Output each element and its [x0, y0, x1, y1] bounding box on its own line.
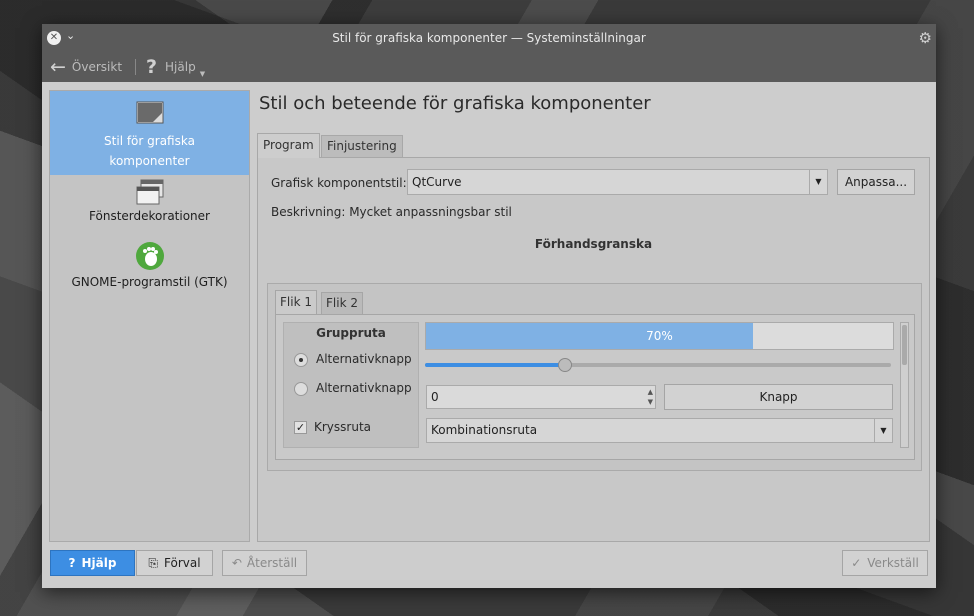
preview-groupbox: Gruppruta Alternativknapp Alternativknap…	[283, 322, 419, 448]
main-content: Stil och beteende för grafiska komponent…	[257, 90, 930, 542]
toolbar-separator	[135, 59, 136, 75]
apply-button-label: Verkställ	[867, 556, 919, 570]
reset-button-label: Återställ	[246, 556, 298, 570]
preview-title: Förhandsgranska	[534, 237, 653, 251]
page-title: Stil och beteende för grafiska komponent…	[259, 93, 651, 114]
radio-button-1-label: Alternativknapp	[316, 352, 412, 366]
chevron-down-icon: ▼	[874, 419, 892, 442]
radio-button-2[interactable]	[294, 382, 308, 396]
checkbox[interactable]: ✓	[294, 421, 307, 434]
gear-icon[interactable]: ⚙	[919, 29, 932, 47]
tab-program[interactable]: Program	[257, 133, 320, 158]
help-label: Hjälp	[165, 60, 196, 74]
slider-fill	[425, 363, 565, 367]
help-icon: ?	[146, 56, 158, 78]
preview-tab-1[interactable]: Flik 1	[275, 290, 317, 314]
preview-push-button[interactable]: Knapp	[664, 384, 893, 410]
help-menu-button[interactable]: ? Hjälp ▼	[146, 56, 205, 78]
radio-button-2-label: Alternativknapp	[316, 381, 412, 395]
sidebar-item-widget-style[interactable]: Stil för grafiska komponenter	[50, 91, 249, 175]
spin-box-value: 0	[431, 390, 439, 404]
defaults-button-label: Förval	[164, 556, 201, 570]
preview-combo-box[interactable]: Kombinationsruta ▼	[426, 418, 893, 443]
spin-arrows-icon[interactable]: ▲ ▼	[648, 387, 653, 407]
toolbar: ← Översikt ? Hjälp ▼	[42, 52, 936, 82]
window-decorations-icon	[136, 179, 163, 205]
help-icon: ?	[68, 556, 76, 570]
sidebar-item-label: GNOME-programstil (GTK)	[71, 275, 228, 289]
customize-button[interactable]: Anpassa...	[837, 169, 915, 195]
dropdown-arrow-icon: ▼	[199, 70, 206, 78]
defaults-icon: ⎘	[148, 556, 159, 570]
groupbox-title: Gruppruta	[316, 326, 386, 340]
overview-label: Översikt	[71, 60, 123, 74]
sidebar-item-gnome-gtk[interactable]: GNOME-programstil (GTK)	[50, 241, 249, 293]
tab-panel-program: Grafisk komponentstil: QtCurve ▼ Anpassa…	[257, 157, 930, 542]
checkbox-label: Kryssruta	[314, 420, 372, 434]
help-button-label: Hjälp	[81, 556, 117, 570]
preview-tab-2[interactable]: Flik 2	[321, 292, 363, 314]
window-title: Stil för grafiska komponenter — Systemin…	[332, 31, 646, 45]
sidebar: Stil för grafiska komponenter Fönsterdek…	[49, 90, 250, 542]
preview-area: Flik 1 Flik 2 Gruppruta Alternativknapp …	[267, 283, 922, 471]
gnome-foot-icon	[135, 242, 164, 270]
style-description: Beskrivning: Mycket anpassningsbar stil	[271, 205, 512, 219]
widget-style-combo[interactable]: QtCurve ▼	[407, 169, 828, 195]
widget-style-icon	[136, 101, 163, 124]
slider-handle[interactable]	[557, 358, 572, 372]
sidebar-item-label: Stil för grafiska komponenter	[104, 134, 195, 168]
preview-scrollbar[interactable]	[900, 322, 909, 448]
slider[interactable]	[425, 358, 891, 372]
overview-button[interactable]: ← Översikt	[50, 56, 122, 78]
help-button[interactable]: ? Hjälp	[50, 550, 135, 576]
title-bar: ✕ ⌄ Stil för grafiska komponenter — Syst…	[42, 24, 936, 52]
undo-icon: ↶	[231, 556, 242, 570]
radio-button-1[interactable]	[294, 353, 308, 367]
apply-button[interactable]: ✓ Verkställ	[842, 550, 928, 576]
preview-combo-value: Kombinationsruta	[431, 423, 538, 437]
reset-button[interactable]: ↶ Återställ	[222, 550, 307, 576]
defaults-button[interactable]: ⎘ Förval	[136, 550, 213, 576]
button-bar: ? Hjälp ⎘ Förval ↶ Återställ ✓ Verkställ	[42, 546, 936, 588]
spin-box[interactable]: 0 ▲ ▼	[426, 385, 656, 409]
progress-bar: 70%	[425, 322, 894, 350]
scrollbar-thumb[interactable]	[902, 325, 907, 365]
progress-text: 70%	[646, 329, 673, 343]
check-icon: ✓	[851, 556, 862, 570]
sidebar-item-window-decorations[interactable]: Fönsterdekorationer	[50, 178, 249, 236]
widget-style-label: Grafisk komponentstil:	[271, 176, 407, 190]
widget-style-combo-value: QtCurve	[412, 175, 462, 189]
settings-window: ✕ ⌄ Stil för grafiska komponenter — Syst…	[42, 24, 936, 588]
sidebar-item-label: Fönsterdekorationer	[89, 209, 210, 223]
tab-finjustering[interactable]: Finjustering	[321, 135, 403, 157]
back-arrow-icon: ←	[50, 56, 66, 78]
chevron-down-icon: ▼	[809, 170, 827, 194]
preview-tab-panel: Gruppruta Alternativknapp Alternativknap…	[275, 314, 915, 460]
